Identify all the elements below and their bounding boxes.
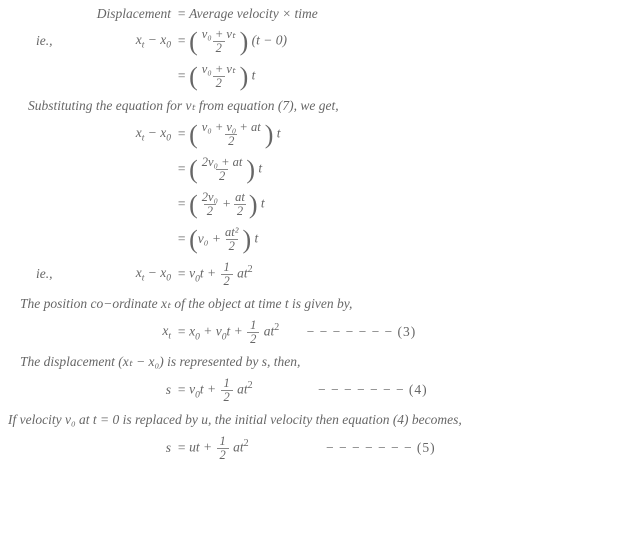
eq-number-3: − − − − − − − (3) [283, 324, 417, 339]
eq-line-1: Displacement = Average velocity × time [8, 5, 609, 24]
paren-group: ( v₀ + vₜ 2 ) [189, 63, 248, 90]
lhs: xt [8, 322, 174, 344]
ie-label: ie., [8, 265, 60, 284]
paren-group: ( 2v₀ + at 2 ) [189, 156, 255, 183]
rhs: v0t + 1 2 at2 [189, 261, 253, 288]
lhs: s [8, 439, 174, 458]
fraction: 1 2 [217, 435, 229, 462]
equals: = [174, 265, 189, 284]
rhs: ( v₀ + at² 2 ) t [189, 226, 258, 253]
eq-line-2: ie., xt − x0 = ( v₀ + vₜ 2 ) (t − 0) [8, 25, 609, 59]
lhs: Displacement [8, 5, 174, 24]
lhs: xt − x0 [8, 124, 174, 146]
fraction: 1 2 [221, 377, 233, 404]
equals: = [174, 125, 189, 144]
eq-line-10: s = v0t + 1 2 at2 − − − − − − − (4) [8, 374, 609, 408]
lhs: xt − x0 [60, 264, 174, 286]
rhs: ( v₀ + vₜ 2 ) t [189, 63, 255, 90]
eq-line-3: = ( v₀ + vₜ 2 ) t [8, 60, 609, 94]
rhs: Average velocity × time [189, 5, 318, 24]
lhs: xt − x0 [60, 31, 174, 53]
eq-line-4: xt − x0 = ( v₀ + v₀ + at 2 ) t [8, 118, 609, 152]
rhs: ( 2v₀ 2 + at 2 ) t [189, 191, 265, 218]
fraction: 1 2 [247, 319, 259, 346]
rhs: ( v₀ + vₜ 2 ) (t − 0) [189, 28, 287, 55]
rhs: ( v₀ + v₀ + at 2 ) t [189, 121, 280, 148]
lhs: s [8, 381, 174, 400]
rhs: x0 + v0t + 1 2 at2 − − − − − − − (3) [189, 319, 416, 346]
eq-line-9: xt = x0 + v0t + 1 2 at2 − − − − − − − (3… [8, 316, 609, 350]
eq-number-4: − − − − − − − (4) [256, 382, 428, 397]
equals: = [174, 160, 189, 179]
ie-label: ie., [8, 32, 60, 51]
text-position: The position co−ordinate xₜ of the objec… [20, 295, 609, 314]
eq-number-5: − − − − − − − (5) [252, 440, 436, 455]
eq-line-8: ie., xt − x0 = v0t + 1 2 at2 [8, 258, 609, 292]
fraction: v₀ + vₜ 2 [199, 63, 239, 90]
fraction: 1 2 [221, 261, 233, 288]
eq-line-11: s = ut + 1 2 at2 − − − − − − − (5) [8, 431, 609, 465]
equals: = [174, 67, 189, 86]
rhs: v0t + 1 2 at2 − − − − − − − (4) [189, 377, 428, 404]
equals: = [174, 32, 189, 51]
equals: = [174, 230, 189, 249]
text-displacement: The displacement (xₜ − x₀) is represente… [20, 353, 609, 372]
paren-group: ( v₀ + vₜ 2 ) [189, 28, 248, 55]
rhs: ( 2v₀ + at 2 ) t [189, 156, 262, 183]
text-velocity-replaced: If velocity v₀ at t = 0 is replaced by u… [8, 411, 609, 430]
fraction: 2v₀ + at 2 [199, 156, 246, 183]
eq-line-7: = ( v₀ + at² 2 ) t [8, 223, 609, 257]
fraction-2: at 2 [232, 191, 248, 218]
text-substituting: Substituting the equation for vₜ from eq… [28, 97, 609, 116]
paren-group: ( v₀ + at² 2 ) [189, 226, 251, 253]
equals: = [174, 195, 189, 214]
fraction: at² 2 [222, 226, 241, 253]
paren-group: ( v₀ + v₀ + at 2 ) [189, 121, 273, 148]
fraction: v₀ + v₀ + at 2 [199, 121, 264, 148]
equals: = [174, 439, 189, 458]
equals: = [174, 381, 189, 400]
fraction: v₀ + vₜ 2 [199, 28, 239, 55]
eq-line-5: = ( 2v₀ + at 2 ) t [8, 153, 609, 187]
equals: = [174, 5, 189, 24]
rhs: ut + 1 2 at2 − − − − − − − (5) [189, 435, 436, 462]
equals: = [174, 323, 189, 342]
paren-group: ( 2v₀ 2 + at 2 ) [189, 191, 257, 218]
fraction-1: 2v₀ 2 [199, 191, 221, 218]
eq-line-6: = ( 2v₀ 2 + at 2 ) t [8, 188, 609, 222]
